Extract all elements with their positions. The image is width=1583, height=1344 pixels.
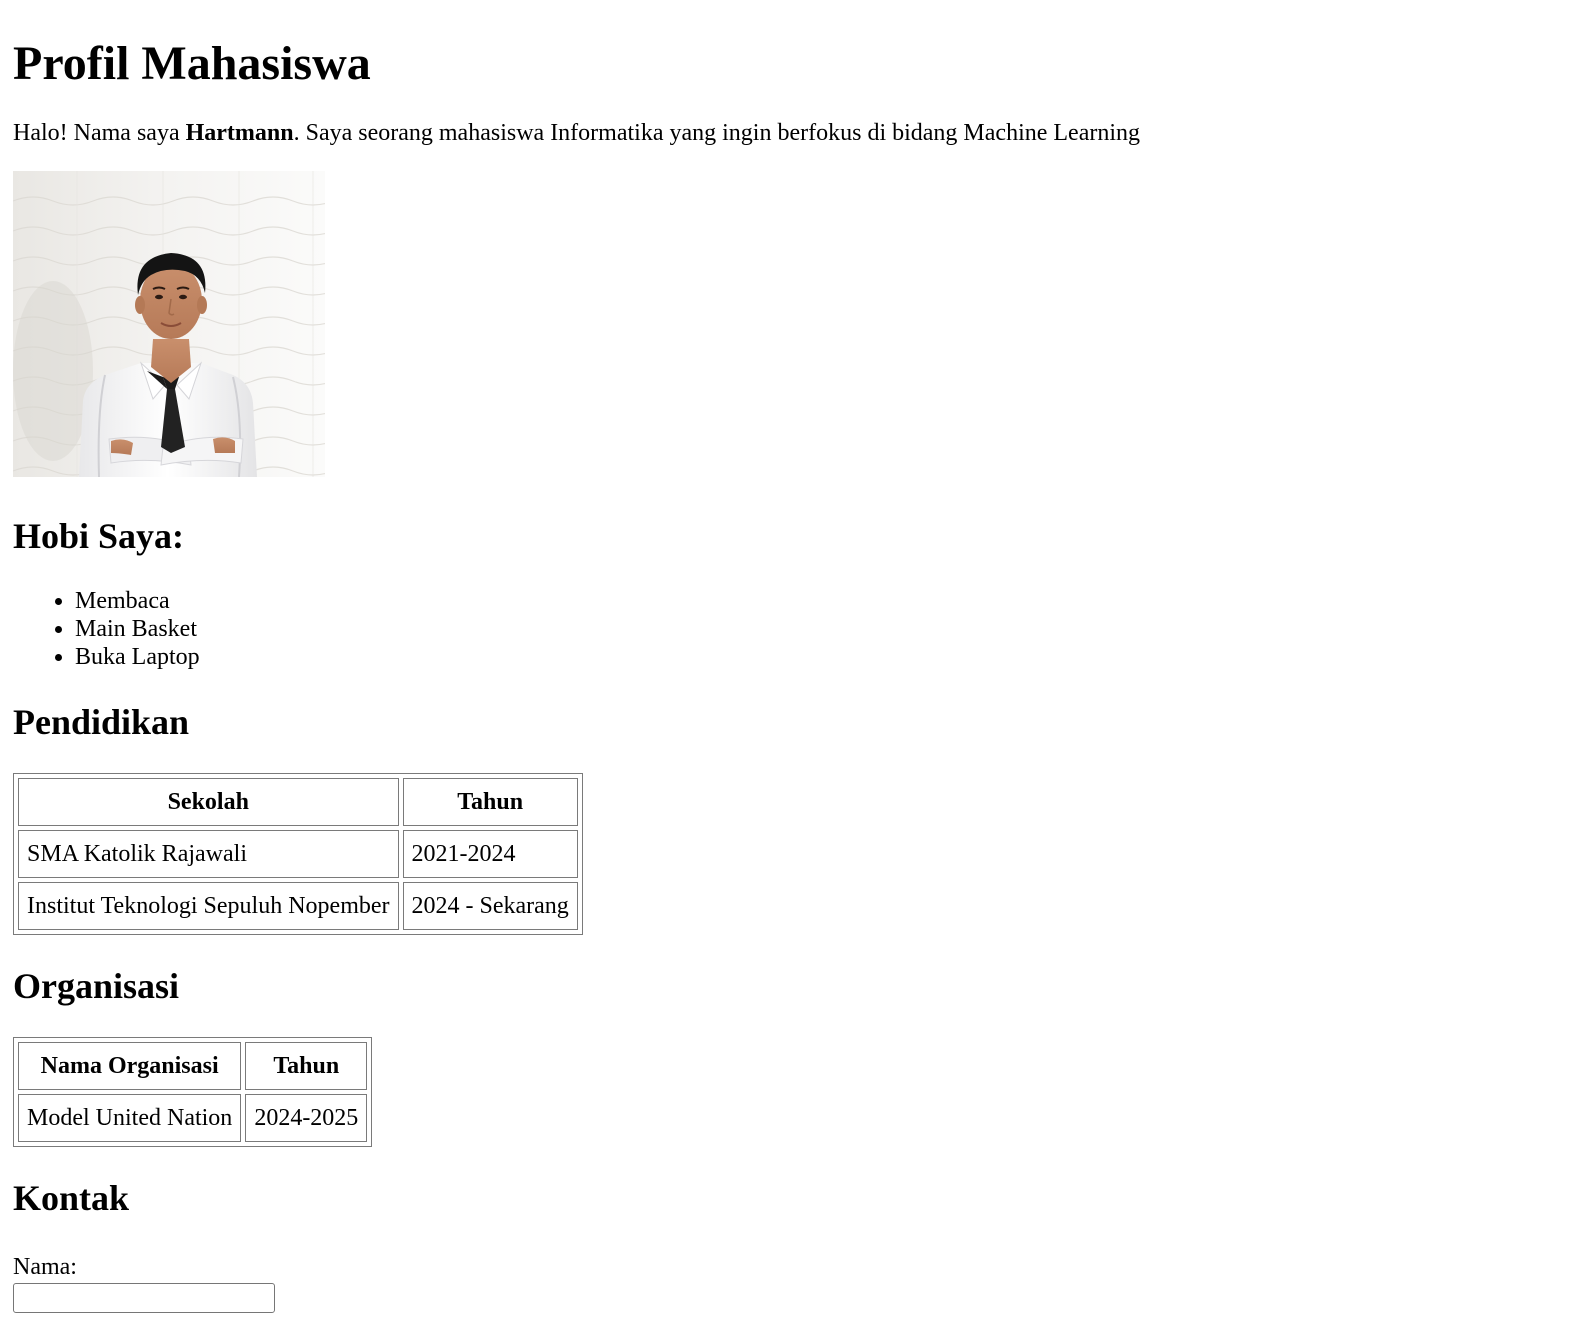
- intro-paragraph: Halo! Nama saya Hartmann. Saya seorang m…: [13, 118, 1570, 148]
- page-title: Profil Mahasiswa: [13, 37, 371, 90]
- education-table: Sekolah Tahun SMA Katolik Rajawali 2021-…: [13, 773, 583, 935]
- organization-heading: Organisasi: [13, 966, 180, 1006]
- intro-suffix: . Saya seorang mahasiswa Informatika yan…: [293, 120, 1141, 146]
- list-item: Buka Laptop: [75, 643, 1570, 671]
- table-cell: 2021-2024: [402, 830, 578, 878]
- table-cell: SMA Katolik Rajawali: [18, 830, 399, 878]
- table-row: Institut Teknologi Sepuluh Nopember 2024…: [18, 882, 578, 930]
- profile-photo-image: [13, 171, 325, 477]
- column-header-year: Tahun: [245, 1042, 368, 1090]
- name-label: Nama:: [13, 1254, 77, 1280]
- intro-name: Hartmann: [185, 120, 294, 146]
- education-heading: Pendidikan: [13, 702, 190, 742]
- table-cell: Model United Nation: [18, 1094, 242, 1142]
- page: Profil Mahasiswa Halo! Nama saya Hartman…: [0, 0, 1583, 1313]
- list-item: Membaca: [75, 587, 1570, 615]
- intro-prefix: Halo! Nama saya: [13, 120, 186, 146]
- hobbies-heading: Hobi Saya:: [13, 516, 185, 556]
- table-row: SMA Katolik Rajawali 2021-2024: [18, 830, 578, 878]
- table-row: Model United Nation 2024-2025: [18, 1094, 368, 1142]
- organization-table: Nama Organisasi Tahun Model United Natio…: [13, 1037, 373, 1147]
- list-item: Main Basket: [75, 615, 1570, 643]
- table-header-row: Sekolah Tahun: [18, 778, 578, 826]
- hobbies-list: Membaca Main Basket Buka Laptop: [13, 587, 1570, 671]
- table-cell: 2024-2025: [245, 1094, 368, 1142]
- contact-heading: Kontak: [13, 1178, 130, 1218]
- column-header-school: Sekolah: [18, 778, 399, 826]
- table-cell: 2024 - Sekarang: [402, 882, 578, 930]
- name-input[interactable]: [13, 1283, 275, 1313]
- column-header-year: Tahun: [402, 778, 578, 826]
- profile-photo: [13, 171, 325, 477]
- table-cell: Institut Teknologi Sepuluh Nopember: [18, 882, 399, 930]
- column-header-organization: Nama Organisasi: [18, 1042, 242, 1090]
- table-header-row: Nama Organisasi Tahun: [18, 1042, 368, 1090]
